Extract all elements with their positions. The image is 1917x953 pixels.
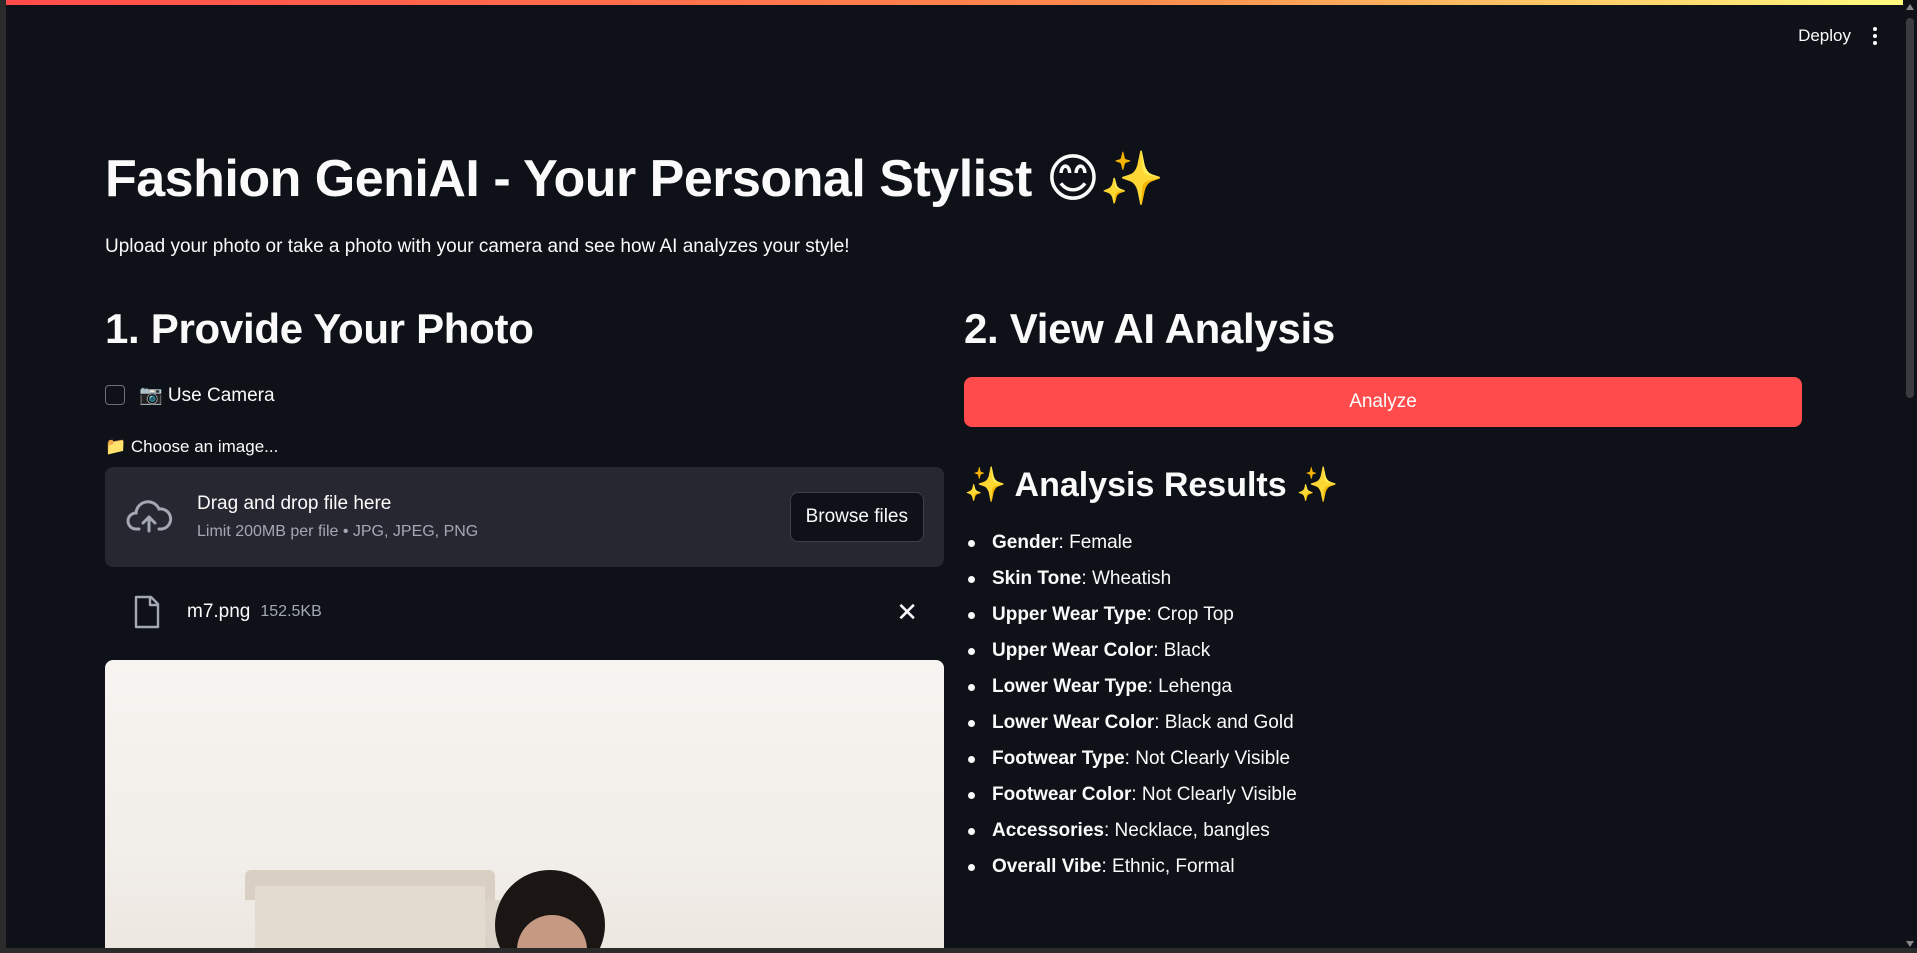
browse-files-button[interactable]: Browse files xyxy=(789,492,924,542)
list-item: Footwear Color: Not Clearly Visible xyxy=(964,777,1802,813)
list-item: Upper Wear Type: Crop Top xyxy=(964,597,1802,633)
main-menu-icon[interactable] xyxy=(1873,27,1879,45)
cloud-upload-icon xyxy=(126,500,173,533)
file-icon xyxy=(134,595,160,629)
file-dropzone[interactable]: Drag and drop file here Limit 200MB per … xyxy=(105,467,944,567)
provide-photo-heading: 1. Provide Your Photo xyxy=(105,305,534,352)
list-item: Skin Tone: Wheatish xyxy=(964,561,1802,597)
list-item: Gender: Female xyxy=(964,525,1802,561)
file-name: m7.png xyxy=(187,601,251,622)
page-title: Fashion GeniAI - Your Personal Stylist 😊… xyxy=(105,150,1164,208)
scroll-down-icon[interactable] xyxy=(1906,941,1914,947)
analysis-column: 2. View AI Analysis Analyze ✨ Analysis R… xyxy=(964,305,1802,885)
uploader-label: 📁 Choose an image... xyxy=(105,437,279,456)
page-scrollbar[interactable] xyxy=(1903,0,1917,953)
list-item: Lower Wear Color: Black and Gold xyxy=(964,705,1802,741)
dropzone-text: Drag and drop file here Limit 200MB per … xyxy=(197,493,790,541)
list-item: Overall Vibe: Ethnic, Formal xyxy=(964,849,1802,885)
remove-file-icon[interactable]: ✕ xyxy=(896,599,918,625)
uploaded-photo-preview xyxy=(105,660,944,953)
analyze-button[interactable]: Analyze xyxy=(964,377,1802,427)
list-item: Upper Wear Color: Black xyxy=(964,633,1802,669)
dropzone-instructions: Drag and drop file here xyxy=(197,493,392,514)
photo-pillar-body xyxy=(255,886,485,953)
analysis-results-list: Gender: Female Skin Tone: Wheatish Upper… xyxy=(964,525,1802,885)
analysis-results-title: ✨ Analysis Results ✨ xyxy=(964,466,1339,504)
header-actions: Deploy xyxy=(1798,26,1879,46)
use-camera-checkbox[interactable] xyxy=(105,385,125,405)
list-item: Lower Wear Type: Lehenga xyxy=(964,669,1802,705)
scrollbar-thumb[interactable] xyxy=(1906,18,1914,398)
list-item: Accessories: Necklace, bangles xyxy=(964,813,1802,849)
file-size: 152.5KB xyxy=(260,603,322,620)
scroll-up-icon[interactable] xyxy=(1906,4,1914,10)
uploaded-file-row: m7.png 152.5KB ✕ xyxy=(105,567,944,657)
top-decoration-bar xyxy=(0,0,1917,5)
view-analysis-heading: 2. View AI Analysis xyxy=(964,305,1335,352)
photo-column: 1. Provide Your Photo 📷 Use Camera 📁 Cho… xyxy=(105,305,944,953)
page-subtitle: Upload your photo or take a photo with y… xyxy=(105,236,850,257)
use-camera-label: 📷 Use Camera xyxy=(139,385,275,406)
dropzone-limits: Limit 200MB per file • JPG, JPEG, PNG xyxy=(197,523,479,540)
list-item: Footwear Type: Not Clearly Visible xyxy=(964,741,1802,777)
use-camera-checkbox-row[interactable]: 📷 Use Camera xyxy=(105,383,944,407)
deploy-button[interactable]: Deploy xyxy=(1798,26,1851,46)
